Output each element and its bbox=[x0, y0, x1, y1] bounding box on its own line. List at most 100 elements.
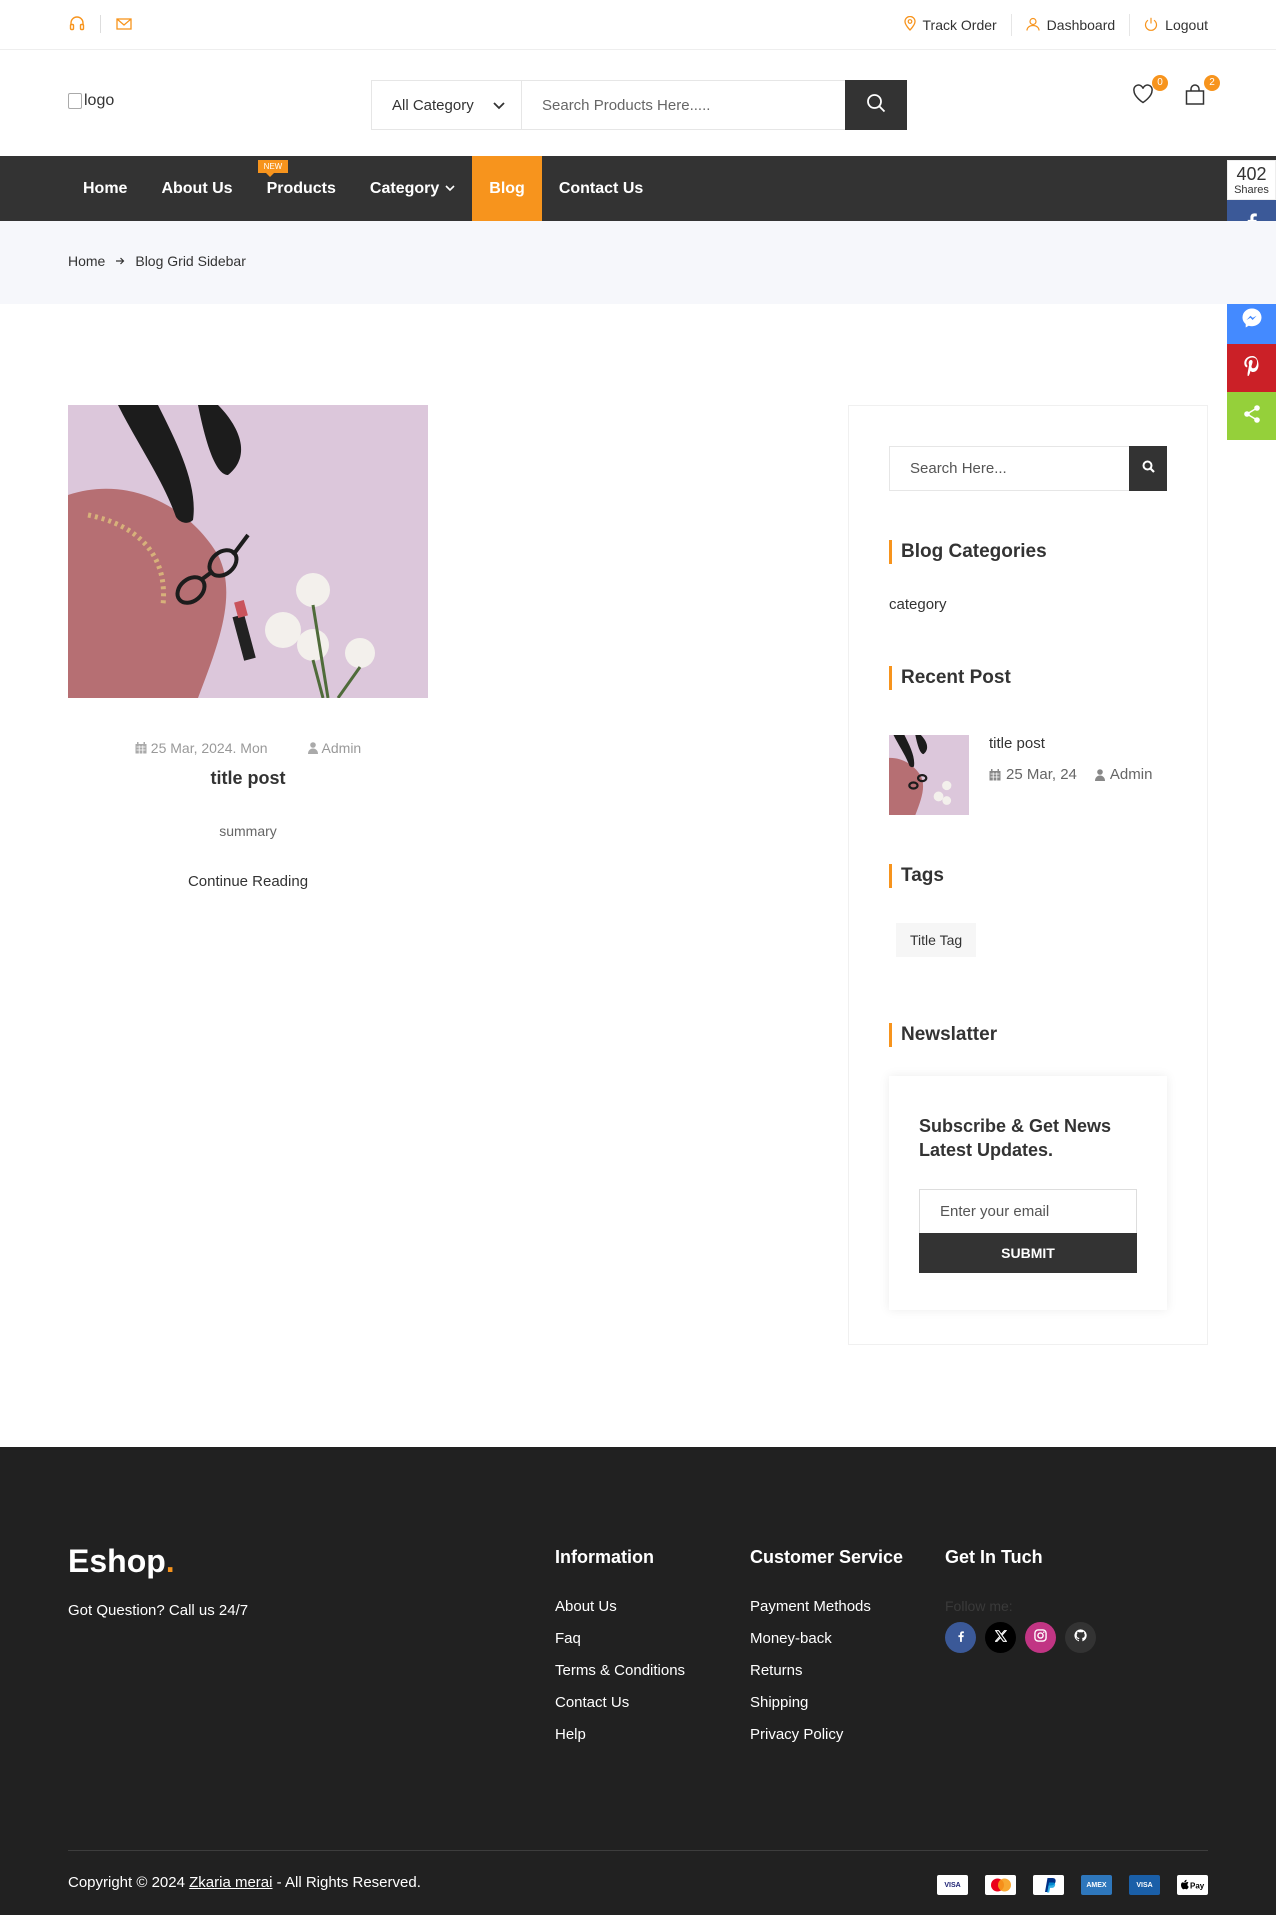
post-meta: 25 Mar, 2024. Mon Admin bbox=[68, 740, 428, 756]
copyright-author-link[interactable]: Zkaria merai bbox=[189, 1874, 272, 1891]
continue-reading-link[interactable]: Continue Reading bbox=[68, 873, 428, 890]
nav-item-label: Products bbox=[266, 179, 336, 197]
newsletter-box: Subscribe & Get News Latest Updates. SUB… bbox=[889, 1076, 1167, 1310]
tag-chip[interactable]: Title Tag bbox=[896, 923, 977, 957]
footer-link-privacy-policy[interactable]: Privacy Policy bbox=[750, 1726, 903, 1744]
visa-icon: VISA bbox=[937, 1875, 968, 1895]
facebook-icon bbox=[957, 1629, 964, 1647]
mail-icon[interactable] bbox=[115, 15, 133, 33]
recent-post-meta: 25 Mar, 24 Admin bbox=[989, 766, 1152, 783]
nav-item-category[interactable]: Category bbox=[353, 156, 472, 221]
post-title[interactable]: title post bbox=[68, 768, 428, 789]
breadcrumb: Home Blog Grid Sidebar bbox=[0, 221, 1276, 304]
svg-text:Pay: Pay bbox=[1190, 1882, 1205, 1891]
mastercard-icon bbox=[985, 1875, 1016, 1895]
breadcrumb-current: Blog Grid Sidebar bbox=[135, 253, 246, 269]
nav-item-label: Home bbox=[83, 179, 128, 197]
logout-label: Logout bbox=[1165, 17, 1208, 33]
footer-get-in-touch: Get In Tuch Follow me: bbox=[945, 1547, 1096, 1653]
user-icon bbox=[1094, 768, 1105, 781]
newsletter-title: Subscribe & Get News Latest Updates. bbox=[919, 1116, 1112, 1160]
footer-link-faq[interactable]: Faq bbox=[555, 1630, 685, 1648]
share-count: 402 Shares bbox=[1227, 160, 1276, 200]
recent-post-thumbnail[interactable] bbox=[889, 735, 969, 815]
dashboard-label: Dashboard bbox=[1046, 17, 1116, 33]
product-search-input[interactable] bbox=[522, 81, 845, 129]
follow-me-label: Follow me: bbox=[945, 1598, 1013, 1614]
footer-link-about-us[interactable]: About Us bbox=[555, 1598, 685, 1616]
post-author: Admin bbox=[307, 740, 361, 756]
footer-link-money-back[interactable]: Money-back bbox=[750, 1630, 903, 1648]
heart-icon bbox=[1132, 84, 1154, 108]
social-github-button[interactable] bbox=[1065, 1622, 1096, 1653]
copyright-suffix: - All Rights Reserved. bbox=[272, 1874, 421, 1891]
category-link[interactable]: category bbox=[889, 596, 947, 613]
post-image[interactable] bbox=[68, 405, 428, 698]
track-order-link[interactable]: Track Order bbox=[903, 15, 997, 34]
instagram-icon bbox=[1034, 1628, 1047, 1647]
top-bar: Track Order Dashboard Logout bbox=[0, 0, 1276, 50]
headset-icon[interactable] bbox=[68, 15, 86, 33]
logout-link[interactable]: Logout bbox=[1144, 17, 1208, 34]
copyright-prefix: Copyright © 2024 bbox=[68, 1874, 190, 1891]
nav-item-products[interactable]: NEW Products bbox=[250, 156, 353, 221]
nav-item-label: About Us bbox=[161, 179, 233, 197]
newsletter-email-input[interactable] bbox=[919, 1189, 1137, 1234]
apple-pay-icon: Pay bbox=[1177, 1875, 1208, 1895]
location-pin-icon bbox=[903, 15, 916, 34]
paypal-icon bbox=[1033, 1875, 1064, 1895]
social-x-button[interactable] bbox=[985, 1622, 1016, 1653]
x-twitter-icon bbox=[993, 1629, 1007, 1647]
post-date: 25 Mar, 2024. Mon bbox=[135, 740, 268, 756]
wishlist-button[interactable]: 0 bbox=[1132, 75, 1168, 108]
new-badge: NEW bbox=[257, 160, 289, 177]
product-search-form: All Category bbox=[371, 80, 907, 130]
nav-item-label: Category bbox=[369, 179, 440, 197]
footer-divider bbox=[68, 1850, 1208, 1851]
footer-link-returns[interactable]: Returns bbox=[750, 1662, 903, 1680]
shopping-bag-icon bbox=[1184, 84, 1206, 110]
tags-heading: Tags bbox=[889, 864, 944, 888]
category-select[interactable]: All Category bbox=[372, 81, 522, 129]
post-date-text: 25 Mar, 2024. Mon bbox=[150, 740, 268, 756]
user-icon bbox=[307, 742, 318, 754]
share-sharethis-button[interactable] bbox=[1227, 392, 1276, 440]
contact-icons bbox=[68, 15, 133, 33]
pinterest-icon bbox=[1243, 355, 1261, 381]
sidebar-search-form bbox=[889, 446, 1167, 491]
share-icon bbox=[1242, 404, 1262, 429]
footer-link-terms[interactable]: Terms & Conditions bbox=[555, 1662, 685, 1680]
social-instagram-button[interactable] bbox=[1025, 1622, 1056, 1653]
copyright: Copyright © 2024 Zkaria merai - All Righ… bbox=[68, 1874, 421, 1891]
dashboard-link[interactable]: Dashboard bbox=[1026, 17, 1116, 34]
footer-question: Got Question? Call us 24/7 bbox=[68, 1602, 249, 1619]
nav-item-blog[interactable]: Blog bbox=[472, 156, 542, 221]
share-pinterest-button[interactable] bbox=[1227, 344, 1276, 392]
footer-link-payment-methods[interactable]: Payment Methods bbox=[750, 1598, 903, 1616]
calendar-icon bbox=[135, 742, 147, 754]
nav-item-home[interactable]: Home bbox=[66, 156, 144, 221]
recent-post-author: Admin bbox=[1109, 766, 1153, 783]
footer-link-shipping[interactable]: Shipping bbox=[750, 1694, 903, 1712]
nav-item-about-us[interactable]: About Us bbox=[144, 156, 249, 221]
footer-link-contact-us[interactable]: Contact Us bbox=[555, 1694, 685, 1712]
cart-button[interactable]: 2 bbox=[1184, 75, 1220, 110]
footer-logo[interactable]: Eshop. bbox=[68, 1543, 175, 1580]
arrow-right-icon bbox=[115, 253, 125, 269]
newsletter-submit-button[interactable]: SUBMIT bbox=[919, 1233, 1137, 1273]
broken-image-icon bbox=[68, 93, 82, 109]
site-logo[interactable]: logo bbox=[68, 92, 114, 110]
nav-item-label: Contact Us bbox=[558, 179, 644, 197]
sidebar-search-input[interactable] bbox=[889, 446, 1129, 491]
recent-post-title[interactable]: title post bbox=[989, 735, 1045, 752]
social-facebook-button[interactable] bbox=[945, 1622, 976, 1653]
share-count-label: Shares bbox=[1234, 184, 1269, 196]
search-icon bbox=[866, 93, 886, 118]
footer-information: Information About Us Faq Terms & Conditi… bbox=[555, 1547, 685, 1758]
nav-item-contact-us[interactable]: Contact Us bbox=[542, 156, 660, 221]
breadcrumb-home-link[interactable]: Home bbox=[68, 253, 105, 269]
search-button[interactable] bbox=[845, 80, 907, 130]
sidebar-search-button[interactable] bbox=[1129, 446, 1167, 491]
github-icon bbox=[1074, 1628, 1087, 1647]
footer-link-help[interactable]: Help bbox=[555, 1726, 685, 1744]
